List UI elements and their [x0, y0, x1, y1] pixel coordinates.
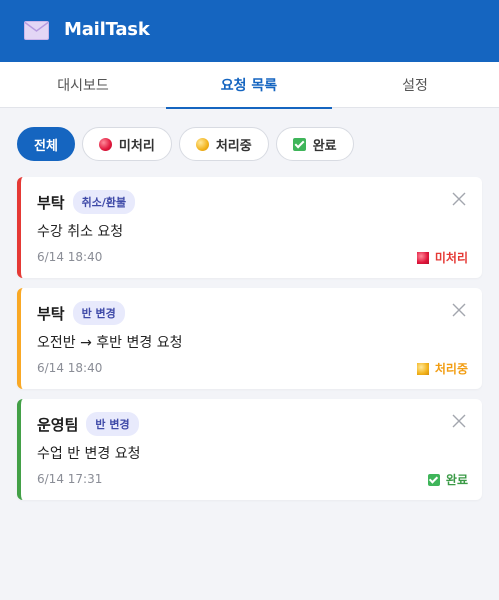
category-tag: 반 변경 [86, 412, 139, 436]
envelope-icon [24, 21, 49, 40]
close-icon[interactable] [452, 303, 466, 317]
filter-label: 전체 [34, 138, 58, 154]
yellow-circle-icon [416, 362, 429, 375]
request-sender: 운영팀 [37, 415, 79, 434]
filter-all-chip[interactable]: 전체 [17, 127, 75, 161]
status-label: 처리중 [434, 362, 468, 376]
filter-pending-chip[interactable]: 미처리 [81, 127, 172, 161]
status-badge: 완료 [427, 471, 468, 488]
category-tag: 반 변경 [72, 301, 125, 325]
close-icon[interactable] [452, 192, 466, 206]
status-badge: 처리중 [416, 360, 468, 377]
request-time: 6/14 18:40 [37, 361, 103, 375]
request-sender: 부탁 [37, 304, 65, 323]
request-card[interactable]: 운영팀 반 변경 수업 반 변경 요청 6/14 17:31 완료 [17, 399, 482, 500]
filter-label: 완료 [312, 138, 337, 154]
status-filter-bar: 전체 미처리 처리중 완료 [17, 127, 354, 161]
request-card[interactable]: 부탁 취소/환불 수강 취소 요청 6/14 18:40 미처리 [17, 177, 482, 278]
tab-bar: 대시보드 요청 목록 설정 [0, 62, 499, 109]
status-badge: 미처리 [416, 249, 468, 266]
request-description: 오전반 → 후반 변경 요청 [37, 335, 183, 351]
check-box-icon [427, 473, 440, 486]
request-sender: 부탁 [37, 193, 65, 212]
request-description: 수업 반 변경 요청 [37, 446, 141, 462]
tab-settings[interactable]: 설정 [332, 62, 498, 108]
app-title: MailTask [64, 19, 150, 40]
request-time: 6/14 17:31 [37, 472, 103, 486]
request-description: 수강 취소 요청 [37, 224, 124, 240]
filter-label: 처리중 [215, 138, 252, 154]
status-label: 완료 [445, 473, 468, 487]
filter-done-chip[interactable]: 완료 [275, 127, 354, 161]
check-box-icon [292, 137, 306, 151]
close-icon[interactable] [452, 414, 466, 428]
request-time: 6/14 18:40 [37, 250, 103, 264]
category-tag: 취소/환불 [72, 190, 136, 214]
request-card[interactable]: 부탁 반 변경 오전반 → 후반 변경 요청 6/14 18:40 처리중 [17, 288, 482, 389]
yellow-circle-icon [195, 137, 209, 151]
red-circle-icon [416, 251, 429, 264]
app-bar: MailTask [0, 0, 499, 62]
filter-in-progress-chip[interactable]: 처리중 [178, 127, 269, 161]
red-circle-icon [98, 137, 112, 151]
filter-label: 미처리 [118, 138, 155, 154]
tab-request-list[interactable]: 요청 목록 [166, 62, 332, 109]
status-label: 미처리 [434, 251, 468, 265]
tab-dashboard[interactable]: 대시보드 [0, 62, 166, 108]
